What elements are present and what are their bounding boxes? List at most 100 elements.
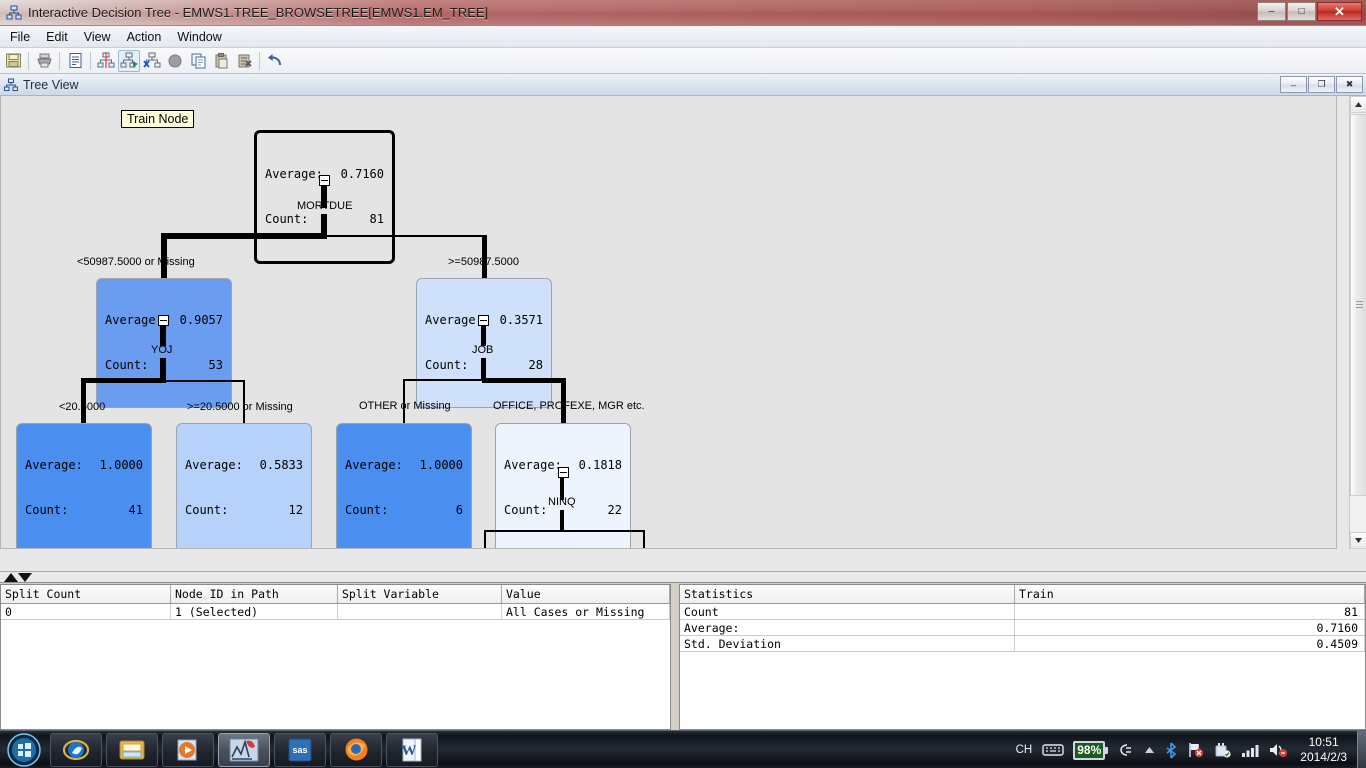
- collapse-toggle-yoj[interactable]: [158, 315, 169, 326]
- tree-edge: [160, 358, 166, 380]
- stop-icon[interactable]: [164, 50, 186, 72]
- split-node-icon[interactable]: [95, 50, 117, 72]
- power-plug-icon[interactable]: [1114, 743, 1134, 757]
- column-header-split-variable[interactable]: Split Variable: [338, 585, 502, 603]
- volume-muted-icon[interactable]: [1269, 742, 1289, 758]
- scroll-up-arrow-icon[interactable]: [1350, 96, 1366, 113]
- tree-edge: [161, 233, 327, 239]
- splitter-down-arrow-icon[interactable]: [18, 573, 32, 582]
- battery-indicator[interactable]: 98%: [1073, 740, 1109, 760]
- paste-icon[interactable]: [210, 50, 232, 72]
- table-row[interactable]: Average: 0.7160: [680, 620, 1365, 636]
- node-average-label: Average:: [185, 458, 243, 472]
- table-row[interactable]: 0 1 (Selected) All Cases or Missing: [1, 604, 670, 620]
- window-titlebar: Interactive Decision Tree - EMWS1.TREE_B…: [0, 0, 1366, 26]
- tree-node-leaf-2[interactable]: Average: 0.5833 Count: 12: [176, 423, 312, 548]
- node-count-value: 28: [528, 358, 543, 372]
- tree-edge: [323, 235, 487, 237]
- properties-icon[interactable]: [64, 50, 86, 72]
- column-header-value[interactable]: Value: [502, 585, 670, 603]
- bluetooth-icon[interactable]: [1165, 741, 1177, 759]
- tree-view-window-controls: – ❐ ✖: [1280, 76, 1363, 93]
- network-signal-icon[interactable]: [1241, 743, 1259, 757]
- taskbar-file-explorer[interactable]: [106, 732, 158, 767]
- show-hidden-icons[interactable]: [1144, 746, 1155, 754]
- tree-canvas-vertical-scrollbar[interactable]: [1349, 96, 1366, 549]
- window-minimize-button[interactable]: –: [1257, 2, 1286, 21]
- tree-node-clipped[interactable]: [495, 548, 631, 549]
- toolbar-separator: [28, 51, 29, 70]
- undo-icon[interactable]: [264, 50, 286, 72]
- save-icon[interactable]: [2, 50, 24, 72]
- show-desktop-button[interactable]: [1357, 731, 1366, 768]
- action-center-icon[interactable]: [1187, 742, 1204, 758]
- tree-icon: [4, 78, 18, 92]
- path-table-panel: Split Count Node ID in Path Split Variab…: [0, 584, 671, 730]
- menu-file[interactable]: File: [2, 28, 38, 46]
- delete-icon[interactable]: [233, 50, 255, 72]
- tree-edge: [81, 378, 166, 383]
- column-header-train[interactable]: Train: [1015, 585, 1365, 603]
- column-header-node-id-in-path[interactable]: Node ID in Path: [171, 585, 338, 603]
- train-node-tooltip: Train Node: [121, 110, 195, 128]
- window-close-button[interactable]: ✕: [1317, 2, 1362, 21]
- train-node-icon[interactable]: [118, 49, 140, 72]
- menu-action[interactable]: Action: [119, 28, 170, 46]
- safely-remove-hardware-icon[interactable]: [1214, 742, 1231, 758]
- tree-view-restore-button[interactable]: ❐: [1308, 76, 1335, 93]
- cell-statistic-name: Count: [680, 604, 1015, 619]
- start-button[interactable]: [2, 732, 46, 768]
- taskbar-firefox[interactable]: [330, 732, 382, 767]
- taskbar-internet-explorer[interactable]: [50, 732, 102, 767]
- node-average-value: 1.0000: [419, 458, 463, 472]
- collapse-toggle-root[interactable]: [319, 175, 330, 186]
- bottom-panels: Split Count Node ID in Path Split Variab…: [0, 584, 1366, 730]
- node-average-value: 0.3571: [499, 313, 543, 327]
- cell-statistic-name: Average:: [680, 620, 1015, 635]
- split-variable-yoj: YOJ: [151, 344, 173, 356]
- node-count-label: Count:: [265, 212, 309, 226]
- column-header-statistics[interactable]: Statistics: [680, 585, 1015, 603]
- taskbar-media-player[interactable]: [162, 732, 214, 767]
- taskbar-sas[interactable]: sas: [274, 732, 326, 767]
- node-count-label: Count:: [185, 503, 229, 517]
- node-count-value: 6: [455, 503, 463, 517]
- tree-edge: [160, 326, 166, 346]
- prune-node-icon[interactable]: [141, 50, 163, 72]
- menu-edit[interactable]: Edit: [38, 28, 76, 46]
- cell-split-count: 0: [1, 604, 171, 619]
- taskbar-sas-em-workstation[interactable]: [218, 732, 270, 767]
- scroll-down-arrow-icon[interactable]: [1350, 532, 1366, 549]
- column-header-split-count[interactable]: Split Count: [1, 585, 171, 603]
- tree-node-leaf-3[interactable]: Average: 1.0000 Count: 6: [336, 423, 472, 548]
- tree-view-caption: Tree View – ❐ ✖: [0, 74, 1366, 96]
- taskbar-word[interactable]: W: [386, 732, 438, 767]
- tree-edge: [403, 379, 486, 381]
- tree-node-leaf-1[interactable]: Average: 1.0000 Count: 41: [16, 423, 152, 548]
- clock-date: 2014/2/3: [1300, 750, 1347, 764]
- horizontal-splitter[interactable]: [0, 571, 1366, 583]
- scrollbar-thumb[interactable]: [1350, 114, 1366, 496]
- print-icon[interactable]: [33, 50, 55, 72]
- tree-view-minimize-button[interactable]: –: [1280, 76, 1307, 93]
- collapse-toggle-job[interactable]: [478, 315, 489, 326]
- menu-window[interactable]: Window: [169, 28, 229, 46]
- menu-view[interactable]: View: [76, 28, 119, 46]
- copy-icon[interactable]: [187, 50, 209, 72]
- tree-edge: [562, 530, 645, 532]
- tree-canvas[interactable]: Train Node Average: 0.7160 Count: 81 MORTD…: [0, 96, 1337, 549]
- decision-tree-icon: [6, 5, 22, 21]
- splitter-up-arrow-icon[interactable]: [4, 573, 18, 582]
- taskbar-clock[interactable]: 10:51 2014/2/3: [1294, 735, 1357, 765]
- tree-view-close-button[interactable]: ✖: [1336, 76, 1363, 93]
- statistics-table-header: Statistics Train: [680, 585, 1365, 604]
- split-variable-mortdue: MORTDUE: [297, 200, 353, 212]
- window-maximize-button[interactable]: □: [1287, 2, 1316, 21]
- collapse-toggle-ninq[interactable]: [558, 467, 569, 478]
- table-row[interactable]: Std. Deviation 0.4509: [680, 636, 1365, 652]
- table-row[interactable]: Count 81: [680, 604, 1365, 620]
- ime-language-indicator[interactable]: CH: [1016, 744, 1033, 756]
- node-average-value: 0.1818: [578, 458, 622, 472]
- keyboard-icon[interactable]: [1042, 743, 1064, 757]
- tree-view-window: Tree View – ❐ ✖ Train Node Average: 0.716…: [0, 74, 1366, 571]
